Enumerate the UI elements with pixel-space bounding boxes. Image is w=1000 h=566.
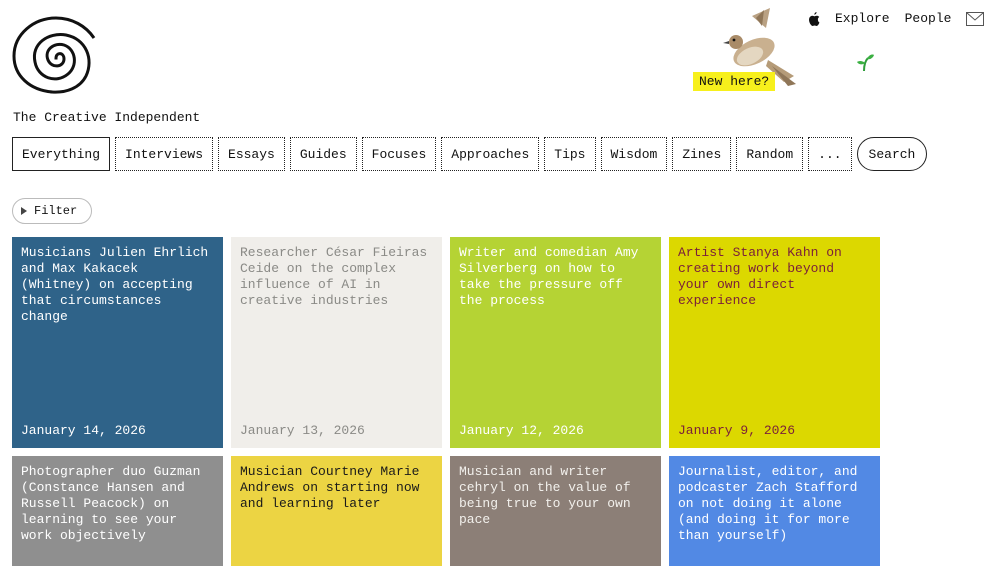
article-title: Musicians Julien Ehrlich and Max Kakacek…: [21, 245, 209, 324]
search-button[interactable]: Search: [856, 137, 928, 171]
article-title: Researcher César Fieiras Ceide on the co…: [240, 245, 428, 308]
tab-focuses[interactable]: Focuses: [361, 137, 437, 171]
top-navigation: Explore People: [808, 11, 985, 26]
article-date: January 9, 2026: [678, 423, 796, 438]
tab-more[interactable]: ...: [808, 137, 852, 171]
filter-toggle[interactable]: Filter: [12, 198, 93, 224]
article-card[interactable]: Writer and comedian Amy Silverberg on ho…: [450, 237, 661, 448]
article-card[interactable]: Journalist, editor, and podcaster Zach S…: [669, 456, 880, 566]
tab-zines[interactable]: Zines: [672, 137, 732, 171]
site-title[interactable]: The Creative Independent: [13, 110, 200, 125]
tab-essays[interactable]: Essays: [218, 137, 285, 171]
article-card[interactable]: Researcher César Fieiras Ceide on the co…: [231, 237, 442, 448]
filter-label: Filter: [34, 204, 78, 218]
mail-icon[interactable]: [966, 11, 985, 26]
tab-everything[interactable]: Everything: [12, 137, 111, 171]
tab-interviews[interactable]: Interviews: [115, 137, 214, 171]
article-card[interactable]: Photographer duo Guzman (Constance Hanse…: [12, 456, 223, 566]
tab-tips[interactable]: Tips: [544, 137, 596, 171]
caret-right-icon: [21, 207, 27, 215]
article-card[interactable]: Musicians Julien Ehrlich and Max Kakacek…: [12, 237, 223, 448]
sprout-icon: [857, 54, 874, 72]
article-title: Journalist, editor, and podcaster Zach S…: [678, 464, 858, 543]
article-title: Photographer duo Guzman (Constance Hanse…: [21, 464, 201, 543]
article-card[interactable]: Artist Stanya Kahn on creating work beyo…: [669, 237, 880, 448]
article-date: January 14, 2026: [21, 423, 146, 438]
article-card[interactable]: Musician and writer cehryl on the value …: [450, 456, 661, 566]
nav-explore-link[interactable]: Explore: [835, 11, 890, 26]
tab-approaches[interactable]: Approaches: [441, 137, 540, 171]
tab-random[interactable]: Random: [736, 137, 804, 171]
nav-people-link[interactable]: People: [905, 11, 952, 26]
category-tabs: Everything Interviews Essays Guides Focu…: [12, 137, 928, 171]
new-here-badge[interactable]: New here?: [693, 72, 776, 91]
article-title: Artist Stanya Kahn on creating work beyo…: [678, 245, 842, 308]
article-card[interactable]: Musician Courtney Marie Andrews on start…: [231, 456, 442, 566]
apple-icon[interactable]: [808, 11, 820, 26]
article-title: Musician Courtney Marie Andrews on start…: [240, 464, 420, 511]
article-date: January 13, 2026: [240, 423, 365, 438]
tab-guides[interactable]: Guides: [289, 137, 357, 171]
article-title: Writer and comedian Amy Silverberg on ho…: [459, 245, 639, 308]
spiral-logo-icon[interactable]: [10, 14, 102, 96]
article-title: Musician and writer cehryl on the value …: [459, 464, 631, 527]
tab-wisdom[interactable]: Wisdom: [600, 137, 668, 171]
article-date: January 12, 2026: [459, 423, 584, 438]
